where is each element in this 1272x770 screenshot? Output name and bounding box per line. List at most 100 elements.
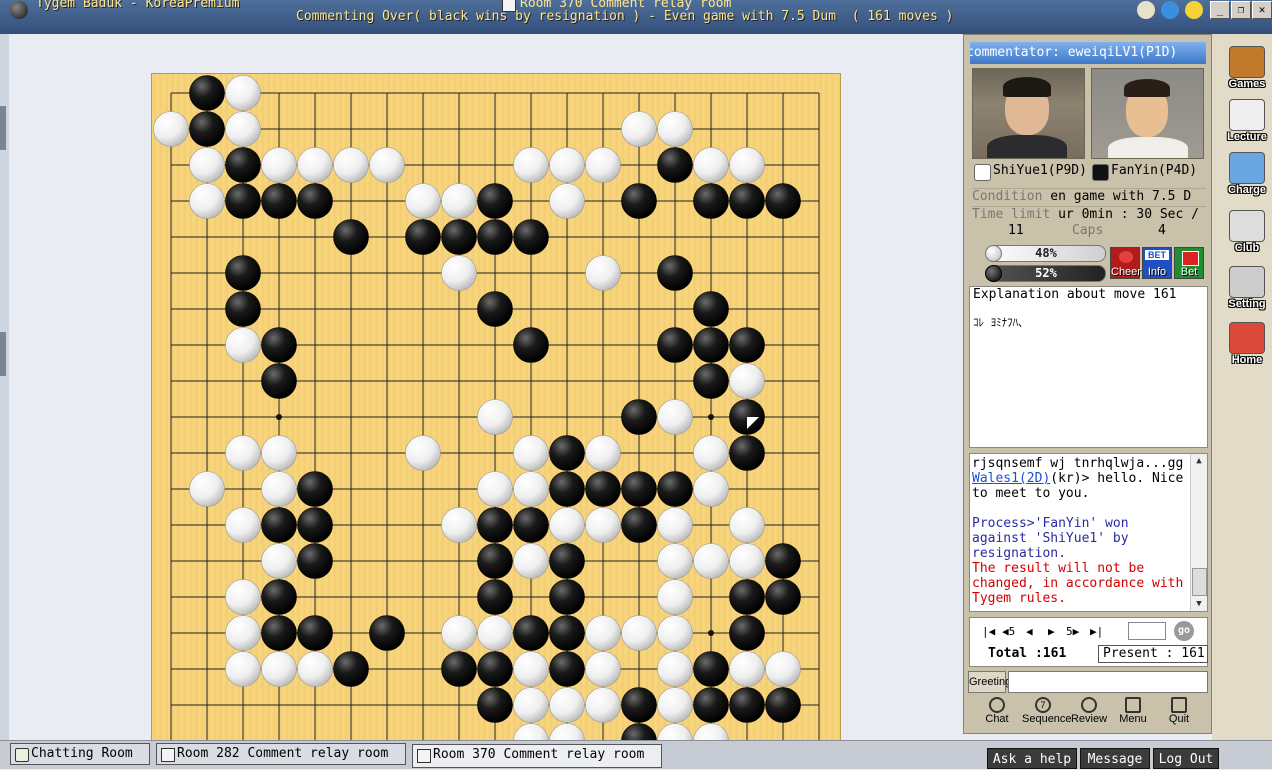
menu-button[interactable]: Menu (1112, 695, 1154, 729)
white-stone[interactable] (657, 579, 693, 615)
white-stone[interactable] (225, 615, 261, 651)
white-stone[interactable] (765, 651, 801, 687)
quit-button[interactable]: Quit (1158, 695, 1200, 729)
white-stone[interactable] (693, 435, 729, 471)
white-stone[interactable] (369, 147, 405, 183)
black-stone[interactable] (477, 183, 513, 219)
cheer-button[interactable]: Cheer (1110, 247, 1141, 279)
black-stone[interactable] (297, 543, 333, 579)
log-out-button[interactable]: Log Out (1153, 748, 1219, 769)
black-stone[interactable] (477, 687, 513, 723)
black-stone[interactable] (297, 507, 333, 543)
white-stone[interactable] (477, 471, 513, 507)
white-stone[interactable] (729, 651, 765, 687)
back-button[interactable]: ◀ (1026, 625, 1033, 638)
tab-chatting-room[interactable]: Chatting Room (10, 743, 150, 765)
black-stone[interactable] (513, 327, 549, 363)
white-stone[interactable] (441, 507, 477, 543)
white-stone[interactable] (441, 255, 477, 291)
white-stone[interactable] (693, 471, 729, 507)
black-stone[interactable] (549, 579, 585, 615)
white-stone[interactable] (225, 579, 261, 615)
black-stone[interactable] (477, 219, 513, 255)
white-stone[interactable] (621, 615, 657, 651)
black-stone[interactable] (477, 291, 513, 327)
black-stone[interactable] (549, 615, 585, 651)
white-stone[interactable] (693, 147, 729, 183)
black-stone[interactable] (225, 291, 261, 327)
home-nav[interactable]: Home (1227, 322, 1267, 372)
white-stone[interactable] (297, 651, 333, 687)
black-stone[interactable] (477, 579, 513, 615)
black-stone[interactable] (729, 327, 765, 363)
club-nav[interactable]: Club (1227, 210, 1267, 260)
white-player-name[interactable]: ShiYue1(P9D) (993, 163, 1087, 178)
black-stone[interactable] (657, 147, 693, 183)
white-stone[interactable] (477, 399, 513, 435)
white-stone[interactable] (657, 543, 693, 579)
back-5-button[interactable]: ◀5 (1002, 625, 1015, 638)
white-stone[interactable] (549, 507, 585, 543)
black-stone[interactable] (729, 183, 765, 219)
black-stone[interactable] (297, 615, 333, 651)
scroll-thumb[interactable] (1192, 568, 1207, 596)
white-stone[interactable] (441, 615, 477, 651)
white-stone[interactable] (225, 651, 261, 687)
black-stone[interactable] (765, 543, 801, 579)
black-stone[interactable] (189, 75, 225, 111)
black-stone[interactable] (225, 183, 261, 219)
black-stone[interactable] (693, 291, 729, 327)
black-stone[interactable] (261, 363, 297, 399)
black-stone[interactable] (621, 471, 657, 507)
minimize-button[interactable]: _ (1210, 1, 1230, 19)
white-stone[interactable] (513, 435, 549, 471)
white-stone[interactable] (225, 327, 261, 363)
white-stone[interactable] (405, 435, 441, 471)
white-stone[interactable] (225, 75, 261, 111)
white-stone[interactable] (513, 147, 549, 183)
black-stone[interactable] (657, 327, 693, 363)
board-grid[interactable] (152, 74, 840, 762)
black-stone[interactable] (477, 543, 513, 579)
black-stone[interactable] (621, 507, 657, 543)
black-stone[interactable] (765, 687, 801, 723)
tab-room-370[interactable]: Room 370 Comment relay room (412, 744, 662, 768)
black-stone[interactable] (441, 219, 477, 255)
white-stone[interactable] (729, 147, 765, 183)
white-stone[interactable] (153, 111, 189, 147)
forward-button[interactable]: ▶ (1048, 625, 1055, 638)
scroll-up-icon[interactable]: ▲ (1191, 454, 1207, 468)
black-stone[interactable] (297, 183, 333, 219)
move-number-input[interactable] (1128, 622, 1166, 640)
black-stone[interactable] (225, 147, 261, 183)
white-stone[interactable] (477, 615, 513, 651)
black-stone[interactable] (189, 111, 225, 147)
charge-nav[interactable]: Charge (1227, 152, 1267, 202)
greeting-input[interactable] (1008, 671, 1208, 693)
white-stone[interactable] (657, 615, 693, 651)
white-stone[interactable] (189, 147, 225, 183)
white-stone[interactable] (189, 471, 225, 507)
black-stone[interactable] (549, 471, 585, 507)
black-stone[interactable] (477, 507, 513, 543)
black-stone[interactable] (261, 507, 297, 543)
white-stone[interactable] (585, 435, 621, 471)
lightbulb-icon[interactable] (1185, 1, 1203, 19)
info-button[interactable]: BET Info (1142, 247, 1172, 279)
white-stone[interactable] (621, 111, 657, 147)
black-stone[interactable] (261, 579, 297, 615)
black-stone[interactable] (225, 255, 261, 291)
white-stone[interactable] (657, 507, 693, 543)
black-stone[interactable] (549, 651, 585, 687)
chat-scrollbar[interactable]: ▲ ▼ (1190, 454, 1207, 611)
white-stone[interactable] (225, 507, 261, 543)
search-icon[interactable] (1161, 1, 1179, 19)
black-stone[interactable] (549, 543, 585, 579)
white-stone[interactable] (729, 543, 765, 579)
white-stone[interactable] (405, 183, 441, 219)
scroll-down-icon[interactable]: ▼ (1191, 597, 1207, 611)
white-stone[interactable] (585, 147, 621, 183)
white-stone[interactable] (657, 111, 693, 147)
pencil-icon[interactable] (1137, 1, 1155, 19)
black-stone[interactable] (477, 651, 513, 687)
